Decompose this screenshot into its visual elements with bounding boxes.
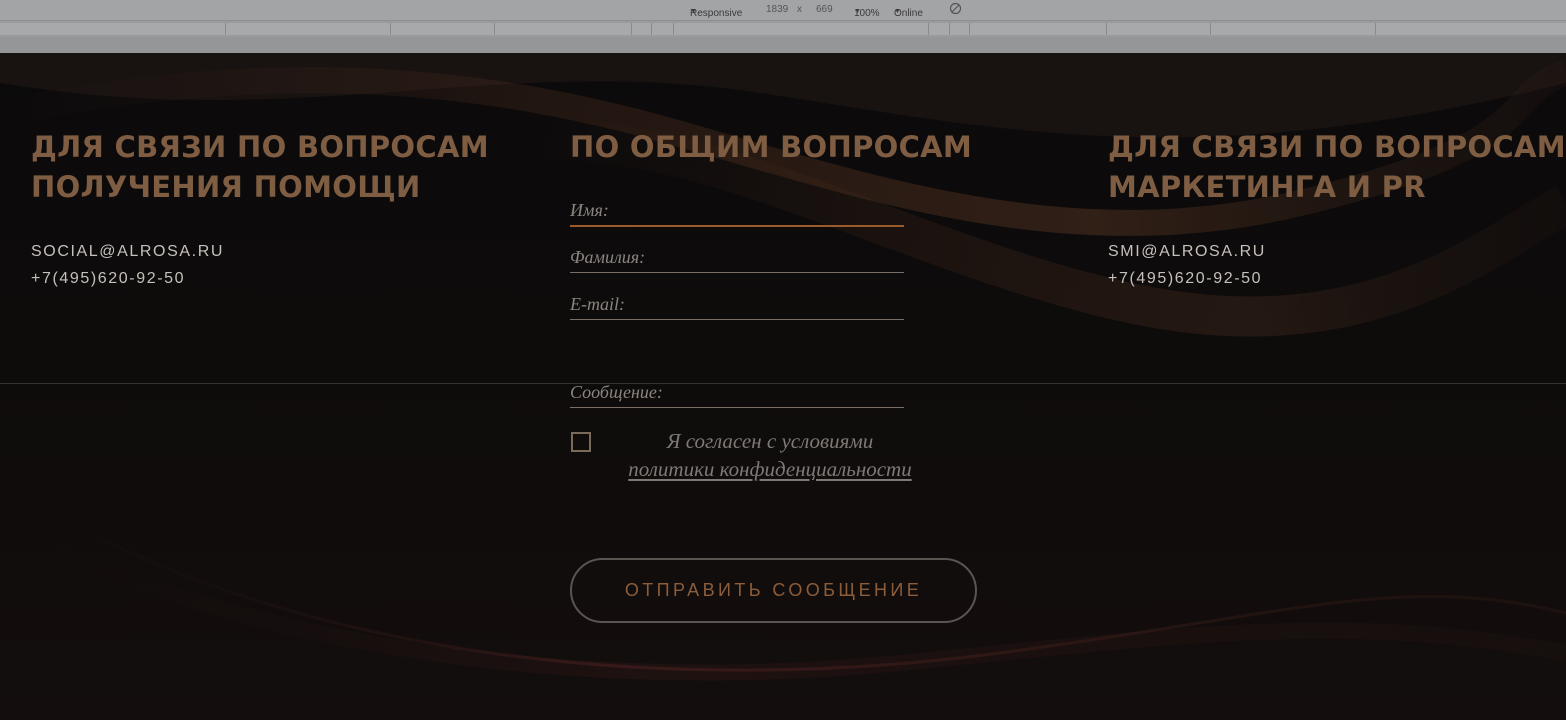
ruler-tick[interactable] xyxy=(928,23,929,35)
ruler-tick[interactable] xyxy=(1106,23,1107,35)
ruler-tick[interactable] xyxy=(390,23,391,35)
privacy-policy-link[interactable]: политики конфиденциальности xyxy=(628,457,911,481)
marketing-column-title: ДЛЯ СВЯЗИ ПО ВОПРОСАМ МАРКЕТИНГА И PR xyxy=(1108,130,1566,204)
message-field[interactable]: Сообщение: xyxy=(570,381,904,408)
viewport-height-input[interactable]: 669 xyxy=(816,4,833,15)
caret-down-icon: ▼ xyxy=(894,8,901,15)
ruler-tick[interactable] xyxy=(631,23,632,35)
help-contacts: SOCIAL@ALROSA.RU +7(495)620-92-50 xyxy=(31,238,224,292)
device-select-label: Responsive xyxy=(690,8,743,19)
help-phone-link[interactable]: +7(495)620-92-50 xyxy=(31,265,224,292)
help-column-title: ДЛЯ СВЯЗИ ПО ВОПРОСАМ ПОЛУЧЕНИЯ ПОМОЩИ xyxy=(31,130,489,204)
send-message-button[interactable]: ОТПРАВИТЬ СООБЩЕНИЕ xyxy=(570,558,977,623)
marketing-contacts: SMI@ALROSA.RU +7(495)620-92-50 xyxy=(1108,238,1266,292)
dimension-separator: x xyxy=(797,4,802,15)
marketing-email-link[interactable]: SMI@ALROSA.RU xyxy=(1108,238,1266,265)
help-email-link[interactable]: SOCIAL@ALROSA.RU xyxy=(31,238,224,265)
ruler-tick[interactable] xyxy=(949,23,950,35)
email-field-label: E-mail: xyxy=(570,294,625,314)
surname-field[interactable]: Фамилия: xyxy=(570,246,904,273)
consent-text: Я согласен с условиями политики конфиден… xyxy=(600,427,940,483)
message-field-label: Сообщение: xyxy=(570,382,663,402)
marketing-phone-link[interactable]: +7(495)620-92-50 xyxy=(1108,265,1266,292)
name-field[interactable]: Имя: xyxy=(570,199,904,227)
ruler-tick[interactable] xyxy=(225,23,226,35)
ruler-tick[interactable] xyxy=(1210,23,1211,35)
ruler-tick[interactable] xyxy=(651,23,652,35)
devtools-toolbar: Responsive ▼ 1839 x 669 100% ▼ Online ▼ xyxy=(0,0,1566,21)
media-query-bar[interactable] xyxy=(0,23,1566,35)
ruler-tick[interactable] xyxy=(673,23,674,35)
consent-label: Я согласен с условиями xyxy=(666,429,874,453)
media-query-ruler xyxy=(0,21,1566,53)
general-column-title: ПО ОБЩИМ ВОПРОСАМ xyxy=(570,130,973,164)
contacts-section: ДЛЯ СВЯЗИ ПО ВОПРОСАМ ПОЛУЧЕНИЯ ПОМОЩИ S… xyxy=(0,53,1566,720)
rotate-icon[interactable] xyxy=(949,2,962,18)
caret-down-icon: ▼ xyxy=(854,8,861,15)
surname-field-label: Фамилия: xyxy=(570,247,646,267)
caret-down-icon: ▼ xyxy=(690,8,697,15)
consent-checkbox[interactable] xyxy=(571,432,591,452)
email-field[interactable]: E-mail: xyxy=(570,293,904,320)
viewport-width-input[interactable]: 1839 xyxy=(766,4,788,15)
name-field-label: Имя: xyxy=(570,200,609,220)
ruler-tick[interactable] xyxy=(1375,23,1376,35)
ruler-tick[interactable] xyxy=(494,23,495,35)
ruler-tick[interactable] xyxy=(969,23,970,35)
ruler-track xyxy=(0,37,1566,53)
